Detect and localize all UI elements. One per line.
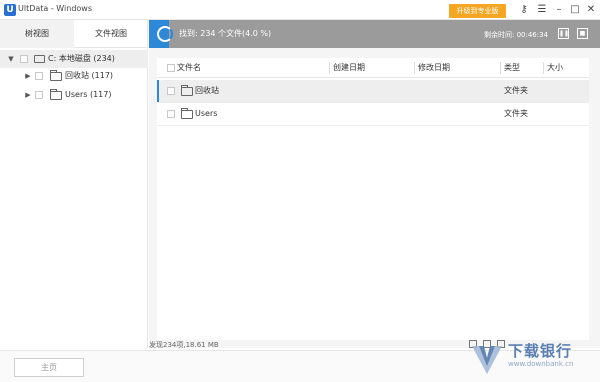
column-header-type[interactable]: 类型 [504,58,520,78]
folder-icon [50,89,62,100]
table-header: 文件名 创建日期 修改日期 类型 大小 [157,58,589,78]
key-icon[interactable]: ⚷ [517,3,531,17]
maximize-icon[interactable]: □ [568,3,582,17]
tree-item-recycle-bin[interactable]: ▶ 回收站 (117) [0,67,148,85]
folder-icon [50,70,62,81]
column-header-name[interactable]: 文件名 [177,58,201,78]
app-logo: U [4,4,16,16]
column-divider[interactable] [543,62,544,74]
tree-item-drive-c[interactable]: ▼ C: 本地磁盘 (234) [0,50,148,68]
column-header-size[interactable]: 大小 [547,58,563,78]
tab-file-view[interactable]: 文件视图 [74,20,148,48]
scan-status-bar: 找到: 234 个文件(4.0 %) 剩余时间: 00:46:34 ❚❚ ■ [149,20,600,48]
remaining-time: 剩余时间: 00:46:34 [484,31,549,39]
window-title: UltData - Windows [18,4,92,13]
scan-found-text: 找到: 234 个文件(4.0 %) [179,29,272,38]
row-file-type: 文件夹 [504,109,528,118]
tree-checkbox[interactable] [35,72,43,80]
drive-icon [34,55,45,63]
file-table-area: 文件名 创建日期 修改日期 类型 大小 回收站 文件夹 Users 文件夹 [149,48,600,348]
collapse-arrow-icon[interactable]: ▶ [24,67,32,85]
tree-item-label: Users (117) [65,90,112,99]
tab-tree-view[interactable]: 树视图 [0,20,74,48]
pause-icon[interactable]: ❚❚ [558,28,569,39]
column-divider[interactable] [500,62,501,74]
home-button[interactable]: 主页 [14,358,84,377]
left-panel: 树视图 文件视图 ▼ C: 本地磁盘 (234) ▶ 回收站 (117) ▶ U… [0,20,148,348]
row-file-name: 回收站 [195,86,219,95]
upgrade-button[interactable]: 升级到专业版 [449,4,506,18]
status-summary: 发现234项,18.61 MB [149,341,219,349]
watermark-url: www.downbank.cn [508,360,574,368]
row-file-name: Users [195,109,218,118]
scan-spinner-icon [157,26,173,42]
row-file-type: 文件夹 [504,86,528,95]
column-divider[interactable] [414,62,415,74]
minimize-icon[interactable]: – [552,3,566,17]
view-tabs: 树视图 文件视图 [0,20,148,48]
expand-arrow-icon[interactable]: ▼ [7,50,15,68]
tree-checkbox[interactable] [35,91,43,99]
tree-checkbox[interactable] [20,55,28,63]
title-bar: U UltData - Windows 升级到专业版 ⚷ ☰ – □ ✕ [0,0,600,20]
row-divider [157,125,589,126]
close-icon[interactable]: ✕ [584,3,598,17]
column-header-modified[interactable]: 修改日期 [418,58,450,78]
select-all-checkbox[interactable] [167,64,175,72]
watermark-title: 下载银行 [508,342,573,360]
stop-icon[interactable]: ■ [577,28,588,39]
tree-item-users[interactable]: ▶ Users (117) [0,86,148,104]
folder-icon [181,85,193,96]
collapse-arrow-icon[interactable]: ▶ [24,86,32,104]
tree-item-label: 回收站 (117) [65,71,114,80]
column-header-created[interactable]: 创建日期 [333,58,365,78]
tree-item-label: C: 本地磁盘 (234) [48,54,115,63]
table-row[interactable]: Users 文件夹 [157,103,589,125]
folder-icon [181,108,193,119]
file-table: 文件名 创建日期 修改日期 类型 大小 回收站 文件夹 Users 文件夹 [157,58,589,340]
watermark-logo-icon [472,346,502,374]
watermark: 下载银行 www.downbank.cn [470,338,598,382]
row-checkbox[interactable] [167,110,175,118]
row-checkbox[interactable] [167,87,175,95]
column-divider[interactable] [329,62,330,74]
table-row[interactable]: 回收站 文件夹 [157,80,589,102]
menu-icon[interactable]: ☰ [535,3,549,17]
